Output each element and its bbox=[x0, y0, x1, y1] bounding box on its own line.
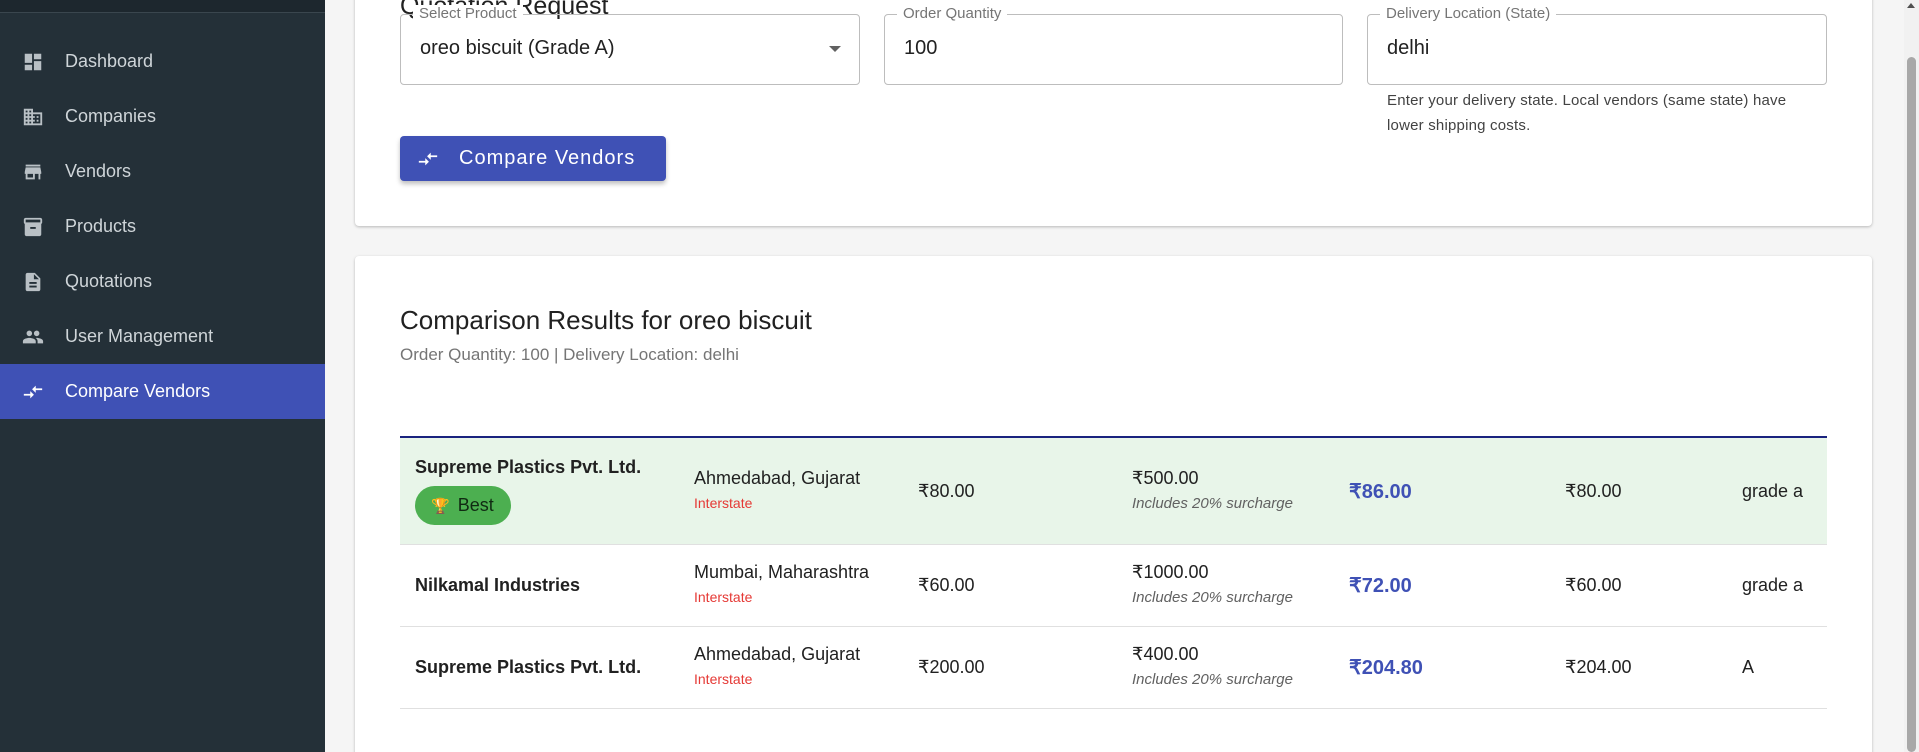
compare-arrows-icon bbox=[22, 381, 44, 403]
surcharge-note: Includes 20% surcharge bbox=[1132, 495, 1293, 512]
shipping-cost: ₹1000.00 bbox=[1132, 562, 1209, 582]
sidebar-item-label: Vendors bbox=[65, 161, 132, 181]
compare-vendors-button-label: Compare Vendors bbox=[459, 147, 636, 169]
store-icon bbox=[22, 161, 44, 183]
order-quantity-input[interactable] bbox=[904, 37, 1270, 60]
sidebar-item-products[interactable]: Products bbox=[0, 199, 325, 254]
quotation-request-card: Quotation Request Select Product oreo bi… bbox=[355, 0, 1872, 226]
sidebar-item-label: Compare Vendors bbox=[65, 381, 211, 401]
sidebar-item-quotations[interactable]: Quotations bbox=[0, 254, 325, 309]
compare-vendors-button[interactable]: Compare Vendors bbox=[400, 136, 666, 181]
product-select-value: oreo biscuit (Grade A) bbox=[420, 37, 615, 59]
scroll-up-icon[interactable] bbox=[1907, 3, 1915, 8]
results-title: Comparison Results for oreo biscuit bbox=[400, 305, 812, 335]
base-price: ₹60.00 bbox=[1565, 575, 1622, 595]
vendor-name: Supreme Plastics Pvt. Ltd. bbox=[415, 657, 642, 677]
shipping-cost: ₹500.00 bbox=[1132, 468, 1199, 488]
surcharge-note: Includes 20% surcharge bbox=[1132, 589, 1293, 606]
sidebar-item-dashboard[interactable]: Dashboard bbox=[0, 34, 325, 89]
people-icon bbox=[22, 326, 44, 348]
unit-price: ₹200.00 bbox=[918, 657, 985, 677]
vendor-name: Nilkamal Industries bbox=[415, 575, 581, 595]
delivery-location-field[interactable]: Delivery Location (State) bbox=[1367, 5, 1827, 85]
product-select-label: Select Product bbox=[413, 5, 523, 23]
comparison-results-card: Comparison Results for oreo biscuit Orde… bbox=[355, 256, 1872, 752]
table-row[interactable]: Supreme Plastics Pvt. Ltd. Ahmedabad, Gu… bbox=[400, 627, 1827, 709]
trophy-icon: 🏆 bbox=[431, 497, 450, 515]
building-icon bbox=[22, 106, 44, 128]
product-grade: grade a bbox=[1742, 575, 1804, 595]
archive-box-icon bbox=[22, 216, 44, 238]
table-row[interactable]: Nilkamal Industries Mumbai, Maharashtra … bbox=[400, 545, 1827, 627]
sidebar-header-strip bbox=[0, 0, 325, 13]
product-grade: A bbox=[1742, 657, 1755, 677]
product-select[interactable]: Select Product oreo biscuit (Grade A) bbox=[400, 5, 860, 85]
sidebar: Dashboard Companies Vendors Products Quo… bbox=[0, 0, 325, 752]
delivery-location-label: Delivery Location (State) bbox=[1380, 5, 1557, 23]
order-quantity-label: Order Quantity bbox=[897, 5, 1008, 23]
vendor-location: Mumbai, Maharashtra bbox=[694, 562, 870, 582]
unit-price: ₹80.00 bbox=[918, 481, 975, 501]
vendor-name: Supreme Plastics Pvt. Ltd. bbox=[415, 457, 642, 477]
shipping-cost: ₹400.00 bbox=[1132, 644, 1199, 664]
sidebar-item-label: User Management bbox=[65, 326, 214, 346]
total-price: ₹86.00 bbox=[1349, 481, 1412, 503]
sidebar-item-label: Companies bbox=[65, 106, 157, 126]
surcharge-note: Includes 20% surcharge bbox=[1132, 671, 1293, 688]
base-price: ₹204.00 bbox=[1565, 657, 1632, 677]
total-price: ₹204.80 bbox=[1349, 657, 1423, 679]
sidebar-item-user-management[interactable]: User Management bbox=[0, 309, 325, 364]
vendor-location: Ahmedabad, Gujarat bbox=[694, 644, 861, 664]
product-grade: grade a bbox=[1742, 481, 1804, 501]
scrollbar-thumb[interactable] bbox=[1907, 57, 1916, 752]
region-tag: Interstate bbox=[694, 495, 753, 511]
best-badge: 🏆 Best bbox=[415, 486, 511, 525]
page-scrollbar[interactable] bbox=[1904, 0, 1919, 752]
sidebar-item-label: Products bbox=[65, 216, 137, 236]
sidebar-nav: Dashboard Companies Vendors Products Quo… bbox=[0, 34, 325, 419]
dashboard-icon bbox=[22, 51, 44, 73]
best-badge-label: Best bbox=[457, 495, 494, 515]
delivery-location-input[interactable] bbox=[1387, 37, 1754, 60]
order-quantity-field[interactable]: Order Quantity bbox=[884, 5, 1343, 85]
results-subtitle: Order Quantity: 100 | Delivery Location:… bbox=[400, 345, 739, 364]
document-icon bbox=[22, 271, 44, 293]
comparison-table: Supreme Plastics Pvt. Ltd. 🏆 Best Ahmeda… bbox=[400, 436, 1827, 709]
sidebar-item-companies[interactable]: Companies bbox=[0, 89, 325, 144]
sidebar-item-compare-vendors[interactable]: Compare Vendors bbox=[0, 364, 325, 419]
vendor-location: Ahmedabad, Gujarat bbox=[694, 468, 861, 488]
base-price: ₹80.00 bbox=[1565, 481, 1622, 501]
sidebar-item-vendors[interactable]: Vendors bbox=[0, 144, 325, 199]
unit-price: ₹60.00 bbox=[918, 575, 975, 595]
region-tag: Interstate bbox=[694, 671, 753, 687]
delivery-location-helper-text: Enter your delivery state. Local vendors… bbox=[1387, 92, 1787, 134]
sidebar-item-label: Quotations bbox=[65, 271, 153, 291]
table-row[interactable]: Supreme Plastics Pvt. Ltd. 🏆 Best Ahmeda… bbox=[400, 438, 1827, 545]
total-price: ₹72.00 bbox=[1349, 575, 1412, 597]
compare-arrows-icon bbox=[417, 148, 439, 170]
region-tag: Interstate bbox=[694, 589, 753, 605]
sidebar-item-label: Dashboard bbox=[65, 51, 154, 71]
chevron-down-icon[interactable] bbox=[829, 46, 841, 52]
